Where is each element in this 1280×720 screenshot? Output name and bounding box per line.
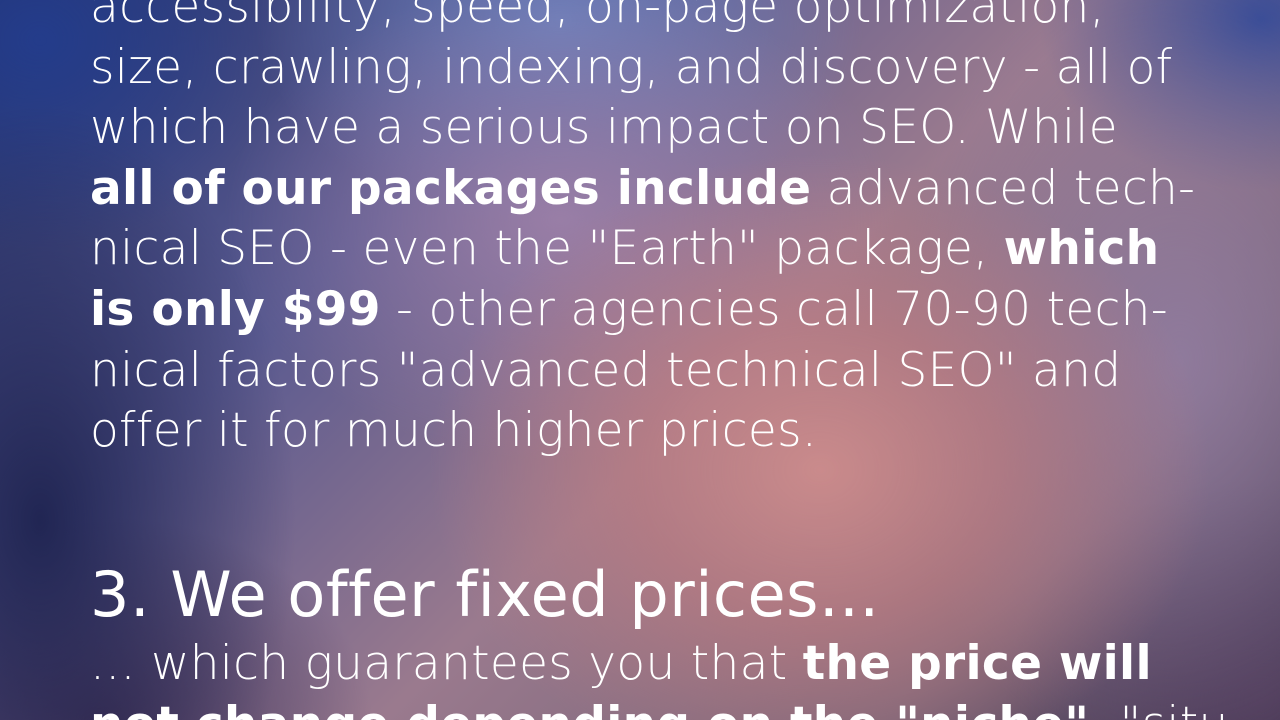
bold-text: all of our packages include <box>90 160 812 216</box>
text-line: accessibility, speed, on-page optimizati… <box>90 0 1105 34</box>
main-paragraph: accessibility, speed, on-page optimizati… <box>90 0 1210 462</box>
text-line: not change depending on the "niche", "si… <box>90 695 1229 720</box>
text-line: offer it for much higher prices. <box>90 403 818 459</box>
text-line: ... which guarantees you that the price … <box>90 634 1229 695</box>
text-line: nical SEO - even the "Earth" package, wh… <box>90 219 1210 280</box>
text-segment: advanced tech- <box>811 160 1196 216</box>
paragraph-text: accessibility, speed, on-page optimizati… <box>90 0 1210 462</box>
text-segment: ... which guarantees you that <box>90 636 803 691</box>
text-segment: , "situ <box>1089 697 1228 720</box>
text-line: which have a serious impact on SEO. Whil… <box>90 100 1118 156</box>
bold-text: the price will <box>802 636 1152 691</box>
bold-text: is only $99 <box>90 281 381 337</box>
text-segment: nical SEO - even the "Earth" package, <box>90 221 1004 277</box>
bold-text: not change depending on the "niche" <box>90 697 1089 720</box>
bold-text: which <box>1003 221 1160 277</box>
text-line: is only $99 - other agencies call 70-90 … <box>90 280 1210 341</box>
slide: { "paragraph": { "l1": "accessibility, s… <box>0 0 1280 720</box>
text-segment: - other agencies call 70-90 tech- <box>380 281 1169 337</box>
text-line: nical factors "advanced technical SEO" a… <box>90 342 1122 398</box>
section-heading: 3. We offer fixed prices... <box>90 558 880 631</box>
text-line: size, crawling, indexing, and discovery … <box>90 39 1173 95</box>
text-line: all of our packages include advanced tec… <box>90 159 1210 220</box>
section-paragraph: ... which guarantees you that the price … <box>90 634 1229 720</box>
